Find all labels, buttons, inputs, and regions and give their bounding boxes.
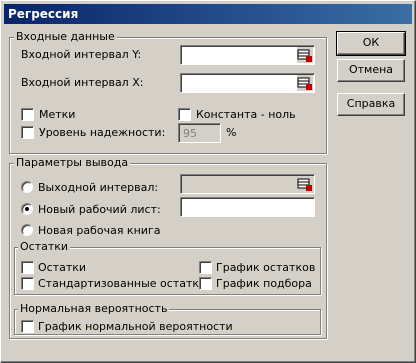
- labels-checkbox-label[interactable]: Метки: [39, 108, 75, 121]
- residuals-checkbox[interactable]: [21, 261, 34, 274]
- x-range-label: Входной интервал X:: [21, 76, 144, 89]
- regression-dialog: Регрессия Входные данные Входной интерва…: [0, 0, 416, 363]
- help-button[interactable]: Справка: [337, 93, 405, 116]
- cancel-button[interactable]: Отмена: [337, 59, 405, 82]
- confidence-value-field[interactable]: 95: [178, 123, 221, 143]
- input-group-legend: Входные данные: [14, 30, 117, 43]
- ok-button[interactable]: ОК: [336, 31, 406, 56]
- residual-plots-label[interactable]: График остатков: [216, 261, 315, 274]
- output-range-label[interactable]: Выходной интервал:: [38, 181, 158, 194]
- residuals-group-legend: Остатки: [18, 240, 71, 253]
- normal-probability-label[interactable]: График нормальной вероятности: [38, 320, 233, 333]
- confidence-checkbox[interactable]: [21, 126, 34, 139]
- line-fit-plots-checkbox[interactable]: [199, 277, 212, 290]
- y-range-label: Входной интервал Y:: [21, 48, 142, 61]
- output-range-radio[interactable]: [21, 181, 33, 193]
- residual-plots-checkbox[interactable]: [199, 261, 212, 274]
- constant-zero-checkbox[interactable]: [178, 108, 191, 121]
- normal-probability-legend: Нормальная вероятность: [18, 302, 170, 315]
- range-select-icon[interactable]: [297, 47, 313, 63]
- x-range-field[interactable]: [180, 73, 315, 93]
- standardized-residuals-label[interactable]: Стандартизованные остатки: [38, 277, 206, 290]
- new-workbook-label[interactable]: Новая рабочая книга: [38, 224, 160, 237]
- y-range-field[interactable]: [180, 45, 315, 65]
- confidence-value: 95: [183, 127, 197, 140]
- new-sheet-name-field[interactable]: [180, 197, 315, 217]
- dialog-title: Регрессия: [4, 4, 412, 24]
- range-select-icon[interactable]: [297, 75, 313, 91]
- output-group-legend: Параметры вывода: [14, 156, 131, 169]
- line-fit-plots-label[interactable]: График подбора: [216, 277, 312, 290]
- standardized-residuals-checkbox[interactable]: [21, 277, 34, 290]
- residuals-label[interactable]: Остатки: [38, 261, 86, 274]
- new-workbook-radio[interactable]: [21, 224, 33, 236]
- confidence-label[interactable]: Уровень надежности:: [39, 126, 165, 139]
- new-sheet-radio[interactable]: [21, 203, 33, 215]
- range-select-icon[interactable]: [297, 176, 313, 192]
- new-sheet-label[interactable]: Новый рабочий лист:: [38, 203, 161, 216]
- normal-probability-checkbox[interactable]: [21, 320, 34, 333]
- output-range-field[interactable]: [180, 174, 315, 194]
- percent-sign: %: [226, 126, 237, 139]
- labels-checkbox[interactable]: [21, 108, 34, 121]
- constant-zero-label[interactable]: Константа - ноль: [196, 108, 296, 121]
